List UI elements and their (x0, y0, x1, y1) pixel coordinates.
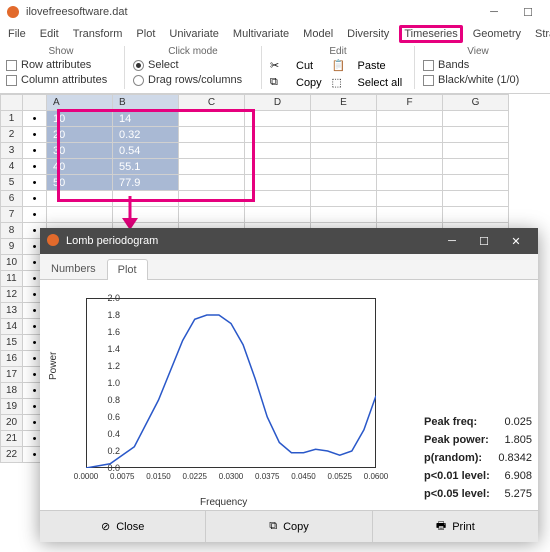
column-attributes-checkbox[interactable]: Column attributes (6, 74, 116, 86)
group-view-label: View (423, 46, 533, 57)
lomb-app-icon (46, 233, 60, 250)
tab-numbers[interactable]: Numbers (40, 258, 107, 279)
menubar: File Edit Transform Plot Univariate Multivari… (0, 24, 550, 44)
row-header[interactable]: 2 (1, 127, 23, 143)
selectall-icon: ⬚ (332, 76, 352, 89)
row-header[interactable]: 21 (1, 431, 23, 447)
copy-icon: ⧉ (270, 76, 290, 89)
col-header-B[interactable]: B (113, 95, 179, 111)
lomb-print-action[interactable]: 🖶Print (373, 511, 538, 542)
menu-file[interactable]: File (4, 26, 30, 42)
menu-model[interactable]: Model (299, 26, 337, 42)
cut-icon: ✂ (270, 59, 290, 72)
col-header-A[interactable]: A (47, 95, 113, 111)
col-header-G[interactable]: G (443, 95, 509, 111)
row-header[interactable]: 7 (1, 207, 23, 223)
tab-plot[interactable]: Plot (107, 259, 148, 280)
menu-multivariate[interactable]: Multivariate (229, 26, 293, 42)
row-attributes-checkbox[interactable]: Row attributes (6, 59, 116, 71)
col-header-D[interactable]: D (245, 95, 311, 111)
lomb-close-action[interactable]: ⊘Close (40, 511, 206, 542)
group-show-label: Show (6, 46, 116, 57)
menu-stratigraphy[interactable]: Stratigraphy (531, 26, 550, 42)
lomb-window: Lomb periodogram ─ ☐ ✕ Numbers Plot Powe… (40, 228, 538, 540)
cell[interactable]: 0.32 (113, 127, 179, 143)
chart-stats: Peak freq:0.025 Peak power:1.805 p(rando… (418, 280, 538, 510)
lomb-button-bar: ⊘Close ⧉Copy 🖶Print (40, 510, 538, 542)
lomb-titlebar[interactable]: Lomb periodogram ─ ☐ ✕ (40, 228, 538, 254)
lomb-close-button[interactable]: ✕ (500, 228, 532, 254)
window-title: ilovefreesoftware.dat (26, 6, 128, 18)
menu-transform[interactable]: Transform (69, 26, 127, 42)
row-header[interactable]: 8 (1, 223, 23, 239)
row-header[interactable]: 15 (1, 335, 23, 351)
cell[interactable]: 10 (47, 111, 113, 127)
paste-button[interactable]: Paste (358, 60, 406, 72)
row-header[interactable]: 22 (1, 447, 23, 463)
selectall-button[interactable]: Select all (358, 77, 406, 89)
group-edit-label: Edit (270, 46, 406, 57)
lomb-copy-action[interactable]: ⧉Copy (206, 511, 372, 542)
menu-timeseries[interactable]: Timeseries (399, 25, 462, 43)
col-header-C[interactable]: C (179, 95, 245, 111)
row-header[interactable]: 16 (1, 351, 23, 367)
bw-checkbox[interactable]: Black/white (1/0) (423, 74, 533, 86)
menu-univariate[interactable]: Univariate (165, 26, 223, 42)
app-icon (6, 5, 20, 19)
menu-plot[interactable]: Plot (132, 26, 159, 42)
print-icon: 🖶 (436, 517, 446, 536)
menu-geometry[interactable]: Geometry (469, 26, 525, 42)
close-icon: ⊘ (101, 520, 110, 533)
row-header[interactable]: 11 (1, 271, 23, 287)
cell[interactable]: 20 (47, 127, 113, 143)
cell[interactable]: 50 (47, 175, 113, 191)
row-header[interactable]: 9 (1, 239, 23, 255)
menu-edit[interactable]: Edit (36, 26, 63, 42)
row-header[interactable]: 4 (1, 159, 23, 175)
group-clickmode-label: Click mode (133, 46, 253, 57)
cut-button[interactable]: Cut (296, 60, 326, 72)
clickmode-drag-radio[interactable]: Drag rows/columns (133, 74, 253, 86)
chart-ylabel: Power (48, 352, 59, 380)
col-header-E[interactable]: E (311, 95, 377, 111)
copy-button[interactable]: Copy (296, 77, 326, 89)
row-header[interactable]: 5 (1, 175, 23, 191)
cell[interactable]: 30 (47, 143, 113, 159)
maximize-button[interactable]: ☐ (516, 3, 540, 21)
cell[interactable]: 77.9 (113, 175, 179, 191)
minimize-button[interactable]: ─ (482, 3, 506, 21)
row-header[interactable]: 14 (1, 319, 23, 335)
copy-icon: ⧉ (269, 520, 277, 533)
ribbon: Show Row attributes Column attributes Cl… (0, 44, 550, 93)
chart-area: Power Frequency 0.00.20.40.60.81.01.21.4… (40, 280, 418, 510)
row-header[interactable]: 19 (1, 399, 23, 415)
chart-xlabel: Frequency (200, 497, 247, 508)
row-header[interactable]: 10 (1, 255, 23, 271)
row-header[interactable]: 3 (1, 143, 23, 159)
chart-line (86, 298, 376, 468)
row-header[interactable]: 13 (1, 303, 23, 319)
row-header[interactable]: 17 (1, 367, 23, 383)
row-header[interactable]: 18 (1, 383, 23, 399)
paste-icon: 📋 (332, 59, 352, 72)
cell[interactable]: 55.1 (113, 159, 179, 175)
menu-diversity[interactable]: Diversity (343, 26, 393, 42)
row-header[interactable]: 1 (1, 111, 23, 127)
clickmode-select-radio[interactable]: Select (133, 59, 253, 71)
row-header[interactable]: 20 (1, 415, 23, 431)
col-header-F[interactable]: F (377, 95, 443, 111)
titlebar: ilovefreesoftware.dat ─ ☐ (0, 0, 550, 24)
lomb-minimize-button[interactable]: ─ (436, 228, 468, 254)
lomb-maximize-button[interactable]: ☐ (468, 228, 500, 254)
cell[interactable]: 14 (113, 111, 179, 127)
bands-checkbox[interactable]: Bands (423, 59, 533, 71)
row-header[interactable]: 6 (1, 191, 23, 207)
cell[interactable]: 0.54 (113, 143, 179, 159)
row-header[interactable]: 12 (1, 287, 23, 303)
cell[interactable]: 40 (47, 159, 113, 175)
lomb-tabs: Numbers Plot (40, 254, 538, 280)
lomb-title: Lomb periodogram (66, 235, 158, 247)
